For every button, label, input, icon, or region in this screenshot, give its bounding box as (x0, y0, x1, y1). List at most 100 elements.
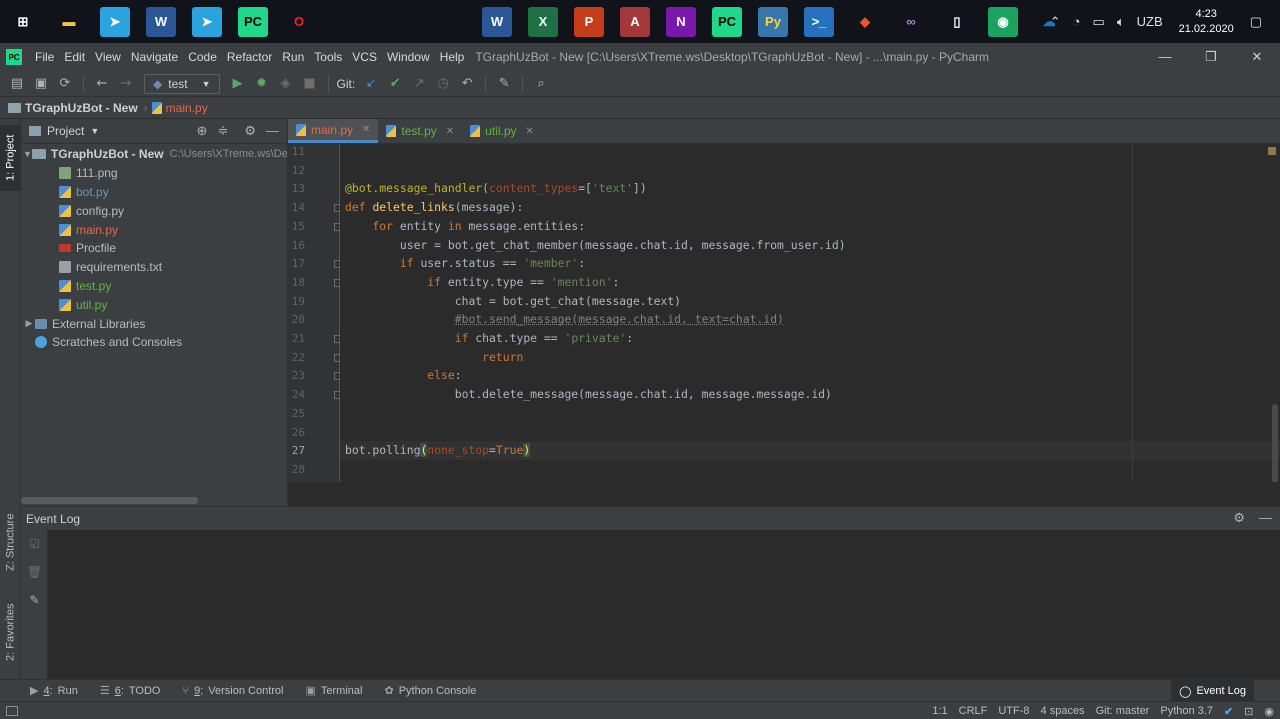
menu-window[interactable]: Window (382, 50, 435, 64)
onenote-icon[interactable]: N (666, 6, 696, 37)
tool-windows-icon[interactable] (6, 705, 18, 716)
bottom-tab-terminal[interactable]: ▣ Terminal (306, 684, 363, 698)
run-configuration-select[interactable]: ◆ test ▼ (144, 73, 220, 94)
word-icon[interactable]: W (146, 6, 176, 37)
structure-tool-tab[interactable]: Z: Structure (0, 505, 21, 579)
clock[interactable]: 4:23 21.02.2020 (1179, 7, 1234, 37)
open-folder-icon[interactable]: ▤ (6, 73, 28, 95)
trash-icon[interactable]: 🗑︎ (21, 558, 48, 586)
git-rollback-icon[interactable]: ↶ (456, 73, 478, 95)
menu-vcs[interactable]: VCS (347, 50, 382, 64)
tree-file-item[interactable]: test.py (21, 277, 287, 296)
tree-file-item[interactable]: Procfile (21, 239, 287, 258)
sync-icon[interactable]: ⟳ (54, 73, 76, 95)
close-tab-icon[interactable]: ✕ (362, 124, 370, 135)
notifications-icon[interactable]: ▢ (1250, 14, 1262, 30)
tree-file-item[interactable]: util.py (21, 295, 287, 314)
menu-refactor[interactable]: Refactor (222, 50, 277, 64)
bottom-tab-todo[interactable]: ☰ 6: TODO (100, 684, 161, 698)
menu-file[interactable]: File (30, 50, 59, 64)
project-view-select[interactable]: Project (47, 124, 84, 138)
language-indicator[interactable]: UZB (1137, 14, 1163, 29)
tree-file-item[interactable]: requirements.txt (21, 258, 287, 277)
editor-tab-test-py[interactable]: test.py ✕ (378, 119, 462, 143)
chevron-down-icon[interactable]: ▼ (90, 126, 99, 136)
editor-tab-main-py[interactable]: main.py ✕ (288, 119, 379, 143)
excel-icon[interactable]: X (528, 6, 558, 37)
access-icon[interactable]: A (620, 6, 650, 37)
run-icon[interactable]: ▶ (227, 73, 249, 95)
gear-icon[interactable]: ⚙ (1233, 510, 1245, 526)
pycharm-pinned-icon[interactable]: PC (712, 6, 742, 37)
editor-scrollbar[interactable] (1272, 404, 1278, 482)
bottom-tab-python-console[interactable]: ✿ Python Console (384, 684, 476, 698)
notepad-icon[interactable]: ▯ (942, 7, 972, 37)
opera-icon[interactable]: O (284, 7, 314, 37)
gear-icon[interactable]: ⚙ (244, 123, 256, 139)
powerpoint-icon[interactable]: P (574, 6, 604, 37)
breadcrumb-file[interactable]: main.py (151, 101, 208, 115)
powershell-icon[interactable]: >_ (804, 6, 834, 37)
tree-external-libraries[interactable]: ▶ External Libraries (21, 314, 287, 333)
coverage-icon[interactable]: ◈ (275, 73, 297, 95)
mark-read-icon[interactable]: ☑ (21, 530, 48, 558)
debug-icon[interactable]: ✹ (251, 73, 273, 95)
expanded-arrow-icon[interactable]: ▼ (23, 149, 32, 159)
code-editor[interactable]: @bot.message_handler(content_types=['tex… (340, 144, 1280, 482)
pycharm-icon[interactable]: PC (238, 6, 268, 37)
telegram-icon[interactable]: ➤ (100, 6, 130, 37)
chevron-up-icon[interactable]: ⌃ (1050, 14, 1061, 30)
menu-run[interactable]: Run (277, 50, 309, 64)
forward-arrow-icon[interactable]: → (115, 73, 137, 95)
favorites-tool-tab[interactable]: 2: Favorites (0, 595, 21, 669)
collapse-all-icon[interactable]: ≑ (217, 123, 228, 139)
python-interpreter[interactable]: Python 3.7 (1160, 705, 1213, 717)
git-icon[interactable]: ◆ (850, 7, 880, 37)
inspection-marker[interactable] (1268, 147, 1276, 155)
horizontal-scrollbar[interactable] (21, 497, 198, 504)
wrench-icon[interactable]: ✎ (493, 73, 515, 95)
caret-position[interactable]: 1:1 (932, 705, 947, 717)
wifi-icon[interactable]: ◔ (1073, 14, 1081, 29)
tree-file-item[interactable]: config.py (21, 201, 287, 220)
menu-view[interactable]: View (90, 50, 126, 64)
volume-icon[interactable]: 🔈︎ (1117, 14, 1125, 30)
git-history-icon[interactable]: ◷ (432, 73, 454, 95)
tree-scratches[interactable]: Scratches and Consoles (21, 333, 287, 352)
search-icon[interactable]: ⌕ (530, 73, 552, 95)
python-icon[interactable]: Py (758, 6, 788, 37)
bottom-tab-run[interactable]: ▶ 4: Run (30, 684, 78, 698)
back-arrow-icon[interactable]: ← (91, 73, 113, 95)
close-tab-icon[interactable]: ✕ (446, 126, 454, 137)
tree-file-item[interactable]: main.py (21, 220, 287, 239)
git-push-icon[interactable]: ↗ (408, 73, 430, 95)
maximize-icon[interactable]: ❐ (1188, 43, 1234, 71)
stop-icon[interactable]: ■ (299, 73, 321, 95)
collapsed-arrow-icon[interactable]: ▶ (23, 318, 35, 329)
close-icon[interactable]: ✕ (1234, 43, 1280, 71)
tree-file-item[interactable]: bot.py (21, 183, 287, 202)
close-tab-icon[interactable]: ✕ (526, 126, 534, 137)
git-update-icon[interactable]: ↙ (360, 73, 382, 95)
locate-icon[interactable]: ⊕ (197, 123, 208, 139)
bottom-tab-version-control[interactable]: ⑂ 9: Version Control (182, 684, 283, 697)
word-pinned-icon[interactable]: W (482, 6, 512, 37)
project-tool-tab[interactable]: 1: Project (0, 125, 21, 191)
breadcrumb-project[interactable]: TGraphUzBot - New (8, 101, 138, 115)
wifi-app-icon[interactable]: ◉ (988, 6, 1018, 37)
battery-icon[interactable]: ▭ (1093, 14, 1105, 30)
file-explorer-icon[interactable]: ▬ (54, 7, 84, 37)
windows-start-icon[interactable]: ⊞ (8, 7, 38, 37)
minimize-icon[interactable]: — (1142, 43, 1188, 71)
git-commit-icon[interactable]: ✔ (384, 73, 406, 95)
menu-edit[interactable]: Edit (59, 50, 90, 64)
editor-tab-util-py[interactable]: util.py ✕ (462, 119, 542, 143)
telegram-2-icon[interactable]: ➤ (192, 6, 222, 37)
git-branch[interactable]: Git: master (1096, 705, 1150, 717)
wrench-icon[interactable]: ✎ (21, 586, 48, 614)
hide-icon[interactable]: — (266, 123, 279, 139)
save-all-icon[interactable]: ▣ (30, 73, 52, 95)
indent-setting[interactable]: 4 spaces (1041, 705, 1085, 717)
tree-file-item[interactable]: 111.png (21, 164, 287, 183)
tree-root[interactable]: ▼ TGraphUzBot - New C:\Users\XTreme.ws\D… (21, 145, 287, 164)
